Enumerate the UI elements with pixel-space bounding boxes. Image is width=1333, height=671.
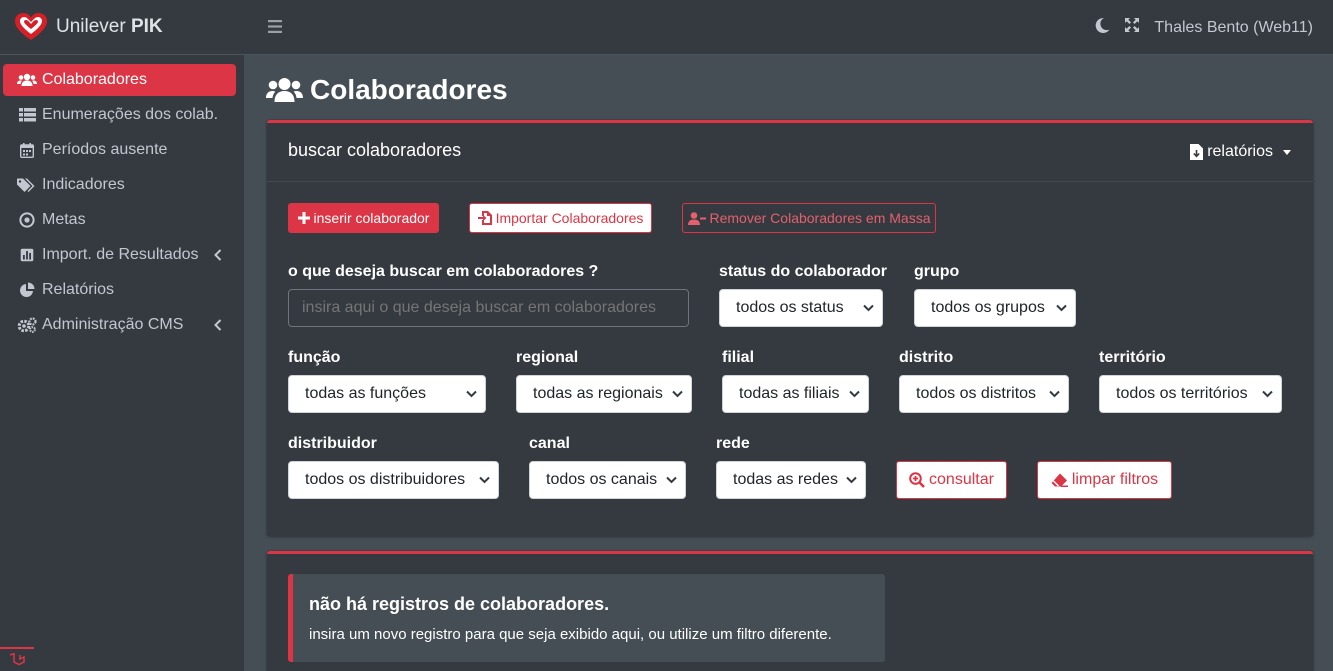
distributor-select[interactable]: todos os distribuidores xyxy=(288,461,499,499)
channel-label: canal xyxy=(529,435,570,452)
regional-label: regional xyxy=(516,349,579,366)
empty-state-text: insira um novo registro para que seja ex… xyxy=(309,626,832,643)
chevron-down-icon xyxy=(1056,304,1067,312)
network-select[interactable]: todas as redes xyxy=(716,461,866,499)
results-card: não há registros de colaboradores. insir… xyxy=(267,551,1313,671)
distributor-label: distribuidor xyxy=(288,435,377,452)
sidebar-item-import-resultados[interactable]: Import. de Resultados xyxy=(3,239,236,271)
sidebar-item-indicadores[interactable]: Indicadores xyxy=(3,169,236,201)
chevron-down-icon xyxy=(672,390,683,398)
sidebar-item-label: Indicadores xyxy=(42,176,125,193)
laravel-logo-icon xyxy=(0,647,34,671)
sidebar-item-label: Relatórios xyxy=(42,281,115,298)
chevron-down-icon xyxy=(849,390,860,398)
file-import-icon xyxy=(477,211,492,225)
top-navbar: Thales Bento (Web11) xyxy=(244,0,1333,55)
users-icon xyxy=(266,78,303,102)
sidebar-item-colaboradores[interactable]: Colaboradores xyxy=(3,64,236,96)
main-content: Colaboradores buscar colaboradores relat… xyxy=(244,56,1333,671)
caret-down-icon xyxy=(1283,149,1291,155)
sidebar-item-label: Períodos ausente xyxy=(42,141,168,158)
page-title: Colaboradores xyxy=(266,74,508,106)
chevron-left-icon xyxy=(214,248,222,266)
territory-label: território xyxy=(1099,349,1166,366)
sidebar-item-enumeracoes[interactable]: Enumerações dos colab. xyxy=(3,99,236,131)
insert-collaborator-button[interactable]: inserir colaborador xyxy=(288,203,439,233)
search-input[interactable] xyxy=(288,289,689,327)
bar-chart-icon xyxy=(17,247,37,263)
regional-select[interactable]: todas as regionais xyxy=(516,375,692,413)
chevron-left-icon xyxy=(214,318,222,336)
chevron-down-icon xyxy=(1049,390,1060,398)
search-card-header: buscar colaboradores relatórios xyxy=(267,123,1313,182)
status-select[interactable]: todos os status xyxy=(719,289,883,327)
user-minus-icon xyxy=(687,211,706,225)
function-select[interactable]: todas as funções xyxy=(288,375,486,413)
chevron-down-icon xyxy=(846,476,857,484)
clear-filters-button[interactable]: limpar filtros xyxy=(1037,461,1172,499)
empty-state-alert: não há registros de colaboradores. insir… xyxy=(288,574,885,662)
search-card: buscar colaboradores relatórios inserir … xyxy=(267,120,1313,536)
sidebar-item-label: Enumerações dos colab. xyxy=(42,106,219,123)
sidebar-item-label: Import. de Resultados xyxy=(42,246,199,263)
users-icon xyxy=(17,72,37,88)
brand-name: Unilever PIK xyxy=(56,16,163,37)
dark-mode-toggle-icon[interactable] xyxy=(1094,17,1110,39)
sidebar-item-periodos[interactable]: Períodos ausente xyxy=(3,134,236,166)
consult-button[interactable]: consultar xyxy=(896,461,1007,499)
reports-label: relatórios xyxy=(1207,143,1273,160)
brand[interactable]: Unilever PIK xyxy=(0,0,244,55)
list-icon xyxy=(17,107,37,123)
sidebar: Unilever PIK Colaboradores Enumerações d… xyxy=(0,0,244,671)
import-collaborators-button[interactable]: Importar Colaboradores xyxy=(469,203,652,233)
sidebar-item-relatorios[interactable]: Relatórios xyxy=(3,274,236,306)
target-icon xyxy=(17,212,37,228)
reports-dropdown[interactable]: relatórios xyxy=(1190,143,1291,161)
network-label: rede xyxy=(716,435,750,452)
sidebar-nav: Colaboradores Enumerações dos colab. Per… xyxy=(0,55,244,341)
district-label: distrito xyxy=(899,349,954,366)
plus-icon xyxy=(297,212,310,224)
chevron-down-icon xyxy=(666,476,677,484)
chevron-down-icon xyxy=(466,390,477,398)
sidebar-item-label: Administração CMS xyxy=(42,316,184,333)
group-select[interactable]: todos os grupos xyxy=(914,289,1076,327)
sidebar-item-label: Colaboradores xyxy=(42,71,147,88)
channel-select[interactable]: todos os canais xyxy=(529,461,686,499)
file-download-icon xyxy=(1190,144,1204,160)
sidebar-item-administracao[interactable]: Administração CMS xyxy=(3,309,236,341)
user-menu[interactable]: Thales Bento (Web11) xyxy=(1154,19,1313,37)
branch-label: filial xyxy=(722,349,755,366)
search-card-title: buscar colaboradores xyxy=(288,140,462,160)
chevron-down-icon xyxy=(479,476,490,484)
search-plus-icon xyxy=(909,472,925,488)
page-title-text: Colaboradores xyxy=(310,74,508,105)
query-label: o que deseja buscar em colaboradores ? xyxy=(288,263,599,280)
calendar-icon xyxy=(17,142,37,158)
eraser-icon xyxy=(1051,473,1068,487)
heart-logo-icon xyxy=(15,13,47,40)
tags-icon xyxy=(17,177,37,193)
branch-select[interactable]: todas as filiais xyxy=(722,375,869,413)
district-select[interactable]: todos os distritos xyxy=(899,375,1069,413)
gears-icon xyxy=(17,317,37,333)
menu-toggle-icon[interactable] xyxy=(268,19,282,39)
top-right-controls: Thales Bento (Web11) xyxy=(1094,0,1313,55)
sidebar-item-metas[interactable]: Metas xyxy=(3,204,236,236)
pie-chart-icon xyxy=(17,282,37,298)
group-label: grupo xyxy=(914,263,960,280)
chevron-down-icon xyxy=(1262,390,1273,398)
chevron-down-icon xyxy=(863,304,874,312)
territory-select[interactable]: todos os territórios xyxy=(1099,375,1282,413)
function-label: função xyxy=(288,349,341,366)
sidebar-item-label: Metas xyxy=(42,211,86,228)
status-label: status do colaborador xyxy=(719,263,888,280)
fullscreen-icon[interactable] xyxy=(1124,17,1140,38)
mass-remove-button[interactable]: Remover Colaboradores em Massa xyxy=(682,203,936,233)
empty-state-title: não há registros de colaboradores. xyxy=(309,594,610,614)
